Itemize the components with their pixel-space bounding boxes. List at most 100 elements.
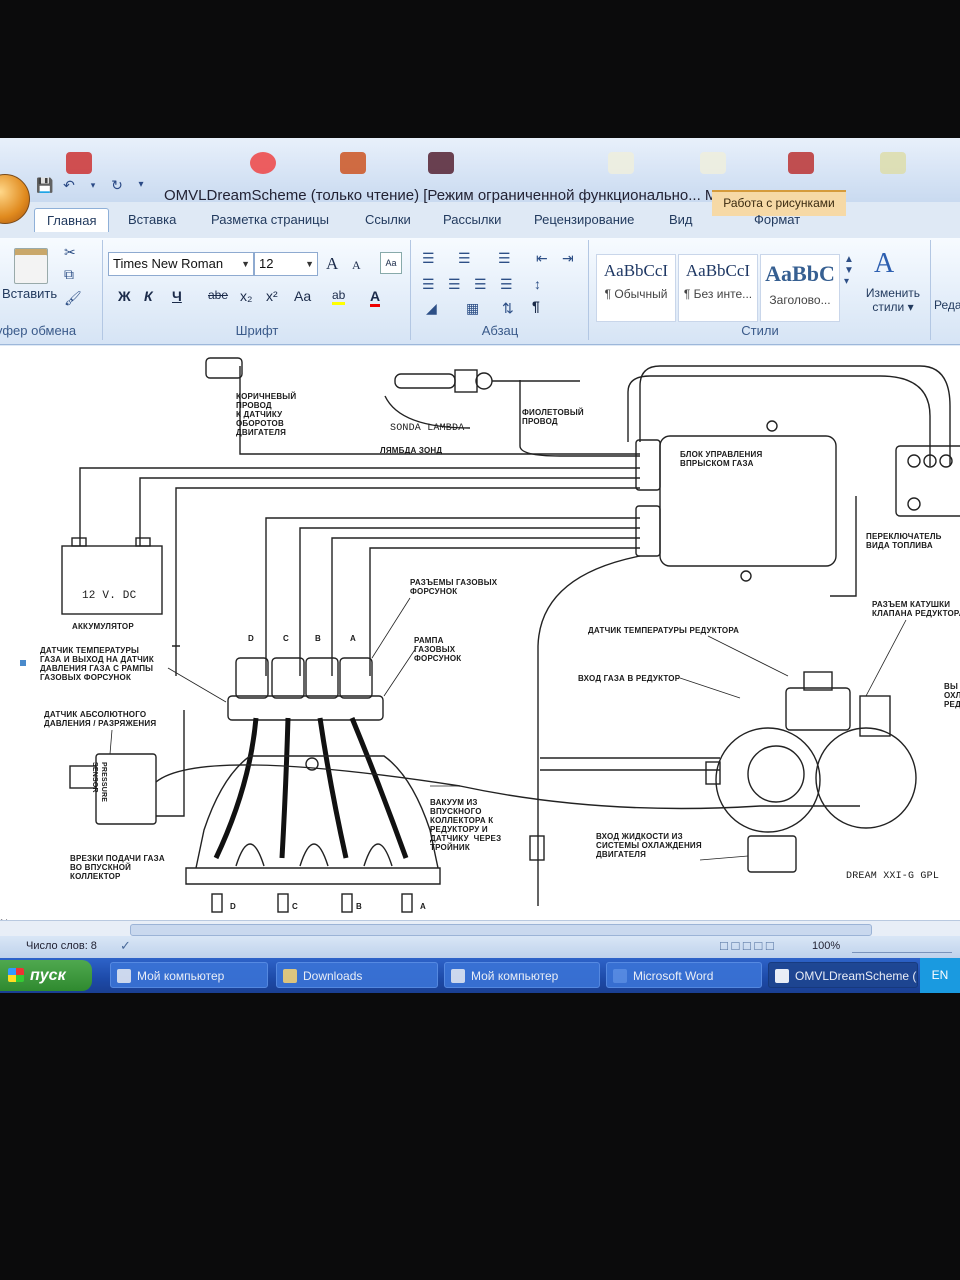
app-icon bbox=[66, 152, 92, 174]
bullets-icon[interactable]: ☰ bbox=[422, 250, 435, 267]
redo-icon[interactable]: ↻ bbox=[108, 176, 126, 194]
leader bbox=[383, 647, 417, 697]
proofing-icon[interactable]: ✓ bbox=[120, 938, 131, 954]
change-case-button[interactable]: Aa bbox=[294, 288, 311, 304]
align-left-icon[interactable]: ☰ bbox=[422, 276, 435, 293]
injector-d bbox=[235, 657, 269, 699]
paste-icon[interactable] bbox=[14, 248, 48, 284]
change-styles-button[interactable]: Изменить стили ▾ bbox=[858, 286, 928, 314]
copy-icon[interactable]: ⧉ bbox=[64, 266, 74, 283]
align-right-icon[interactable]: ☰ bbox=[474, 276, 487, 293]
wire bbox=[79, 467, 640, 546]
tab-insert[interactable]: Вставка bbox=[128, 212, 176, 227]
decrease-indent-icon[interactable]: ⇤ bbox=[536, 250, 548, 267]
taskbar-item-label: Мой компьютер bbox=[137, 969, 225, 983]
clear-format-icon[interactable]: Aa bbox=[380, 252, 402, 274]
subscript-button[interactable]: x₂ bbox=[240, 288, 252, 304]
show-marks-button[interactable]: ¶ bbox=[532, 298, 540, 314]
font-name-combo[interactable]: Times New Roman ▼ bbox=[108, 252, 254, 276]
line-spacing-icon[interactable]: ↕ bbox=[534, 276, 541, 292]
status-bar: Число слов: 8 ✓ □ □ □ □ □ 100% bbox=[0, 936, 960, 958]
clipboard-group-label: уфер обмена bbox=[0, 323, 77, 338]
grow-font-button[interactable]: A bbox=[326, 254, 338, 274]
chevron-down-icon[interactable]: ▼ bbox=[305, 253, 314, 275]
increase-indent-icon[interactable]: ⇥ bbox=[562, 250, 574, 267]
start-button[interactable]: пуск bbox=[0, 960, 92, 991]
label-connectors: РАЗЪЕМЫ ГАЗОВЫХ ФОРСУНОК bbox=[410, 578, 498, 596]
leader bbox=[109, 729, 113, 755]
scroll-thumb[interactable] bbox=[130, 924, 872, 936]
switch-led bbox=[907, 454, 921, 468]
highlight-button[interactable]: ab bbox=[332, 288, 346, 305]
bold-button[interactable]: Ж bbox=[118, 288, 131, 304]
numbering-icon[interactable]: ☰ bbox=[458, 250, 471, 267]
leader bbox=[679, 677, 741, 699]
taskbar-item[interactable]: Мой компьютер bbox=[110, 962, 268, 988]
ribbon: Вставить ✂ ⧉ 🖌 уфер обмена Times New Rom… bbox=[0, 238, 960, 345]
folder-icon bbox=[608, 152, 634, 174]
undo-dropdown-icon[interactable]: ▾ bbox=[84, 176, 102, 194]
word-count[interactable]: Число слов: 8 bbox=[26, 940, 97, 952]
tab-references[interactable]: Ссылки bbox=[365, 212, 411, 227]
label-map-sensor: ДАТЧИК АБСОЛЮТНОГО ДАВЛЕНИЯ / РАЗРЯЖЕНИЯ bbox=[44, 710, 157, 728]
paste-button[interactable]: Вставить bbox=[2, 286, 57, 301]
underline-button[interactable]: Ч bbox=[172, 288, 182, 304]
rpm-connector bbox=[205, 357, 243, 379]
paragraph-group-label: Абзац bbox=[481, 323, 519, 338]
lambda-sensor bbox=[394, 373, 456, 389]
strikethrough-button[interactable]: abe bbox=[208, 288, 228, 302]
label-brown-wire: КОРИЧНЕВЫЙ ПРОВОД К ДАТЧИКУ ОБОРОТОВ ДВИ… bbox=[236, 392, 297, 437]
language-indicator[interactable]: EN bbox=[920, 958, 960, 993]
tab-home[interactable]: Главная bbox=[34, 208, 110, 232]
undo-icon[interactable]: ↶ bbox=[60, 176, 78, 194]
tab-format[interactable]: Формат bbox=[754, 212, 800, 227]
zoom-level[interactable]: 100% bbox=[812, 940, 840, 952]
label-dream: DREAM XXI-G GPL bbox=[846, 871, 940, 882]
style-heading[interactable]: AaBbC Заголово... bbox=[760, 254, 840, 322]
taskbar-item[interactable]: Downloads bbox=[276, 962, 438, 988]
customize-qat-icon[interactable]: ▾ bbox=[132, 176, 150, 194]
tab-view[interactable]: Вид bbox=[669, 212, 693, 227]
save-icon[interactable]: 💾 bbox=[36, 176, 54, 194]
multilevel-list-icon[interactable]: ☰ bbox=[498, 250, 511, 267]
switch-led bbox=[907, 497, 921, 511]
battery bbox=[61, 545, 163, 615]
editing-group-label[interactable]: Реда bbox=[934, 298, 960, 312]
borders-icon[interactable]: ▦ bbox=[466, 300, 479, 317]
nipple-c bbox=[277, 893, 289, 913]
format-painter-icon[interactable]: 🖌 bbox=[64, 290, 82, 307]
shading-icon[interactable]: ◢ bbox=[426, 300, 437, 317]
view-buttons[interactable]: □ □ □ □ □ bbox=[720, 938, 774, 953]
cut-icon[interactable]: ✂ bbox=[64, 244, 76, 261]
change-styles-icon[interactable]: A bbox=[874, 248, 894, 280]
hose bbox=[279, 717, 291, 859]
align-center-icon[interactable]: ☰ bbox=[448, 276, 461, 293]
chevron-down-icon[interactable]: ▼ bbox=[241, 253, 250, 275]
style-no-spacing[interactable]: AaBbCcI ¶ Без инте... bbox=[678, 254, 758, 322]
font-color-button[interactable]: A bbox=[370, 288, 381, 307]
justify-icon[interactable]: ☰ bbox=[500, 276, 513, 293]
tab-mailings[interactable]: Рассылки bbox=[443, 212, 501, 227]
taskbar-item[interactable]: Microsoft Word bbox=[606, 962, 762, 988]
style-normal[interactable]: AaBbCcI ¶ Обычный bbox=[596, 254, 676, 322]
taskbar-item-active[interactable]: OMVLDreamScheme (... bbox=[768, 962, 918, 988]
injector-letter-b: B bbox=[315, 634, 321, 643]
leader bbox=[699, 855, 749, 861]
sort-icon[interactable]: ⇅ bbox=[502, 300, 514, 317]
font-size-combo[interactable]: 12 ▼ bbox=[254, 252, 318, 276]
superscript-button[interactable]: x² bbox=[266, 288, 278, 304]
tab-page-layout[interactable]: Разметка страницы bbox=[211, 212, 329, 227]
zoom-slider[interactable] bbox=[852, 938, 952, 953]
font-group: Times New Roman ▼ 12 ▼ A A Aa Ж К Ч abe … bbox=[104, 240, 411, 340]
ecu-plug-1 bbox=[635, 439, 661, 491]
tab-review[interactable]: Рецензирование bbox=[534, 212, 634, 227]
shrink-font-button[interactable]: A bbox=[352, 258, 361, 273]
italic-button[interactable]: К bbox=[144, 288, 153, 304]
injector-c bbox=[271, 657, 305, 699]
label-battery: АККУМУЛЯТОР bbox=[72, 622, 134, 631]
taskbar-item[interactable]: Мой компьютер bbox=[444, 962, 600, 988]
reducer-cover bbox=[747, 745, 805, 803]
horizontal-scrollbar[interactable] bbox=[0, 920, 960, 937]
styles-more-icon[interactable]: ▲ ▼ ▾ bbox=[844, 254, 854, 287]
style-name: Заголово... bbox=[769, 293, 831, 307]
